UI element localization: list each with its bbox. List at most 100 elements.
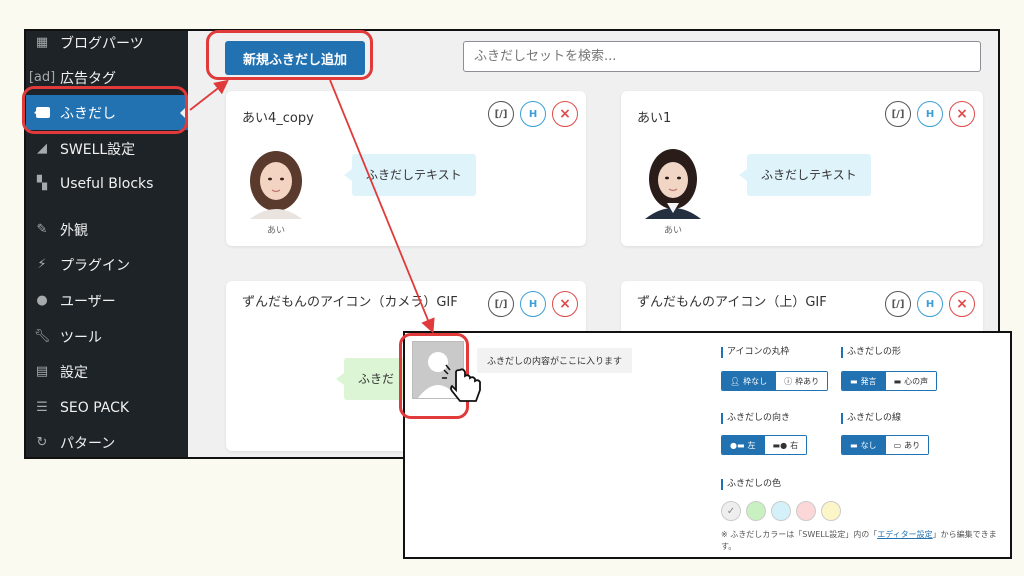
card-actions: [/] H × [488, 101, 578, 127]
card-title: ずんだもんのアイコン（カメラ）GIF [242, 295, 458, 310]
code-button[interactable]: [/] [488, 291, 514, 317]
delete-button[interactable]: × [949, 101, 975, 127]
card-actions: [/] H × [488, 291, 578, 317]
settings-icon: ▤ [35, 364, 49, 379]
card-actions: [/] H × [885, 291, 975, 317]
avatar [641, 147, 705, 219]
icon-frame-none-option[interactable]: 👤︎ 枠なし [722, 372, 777, 390]
direction-label: ふきだしの向き [721, 413, 790, 424]
border-label: ふきだしの線 [841, 413, 901, 424]
sidebar-item-label: ユーザー [60, 293, 116, 310]
grid-icon: ▦ [35, 35, 49, 50]
check-icon: ✓ [726, 505, 736, 517]
plugin-icon: ⚡ [37, 257, 47, 272]
direction-left-option[interactable]: ●▬ 左 [722, 436, 765, 454]
seo-icon: ☰ [36, 400, 48, 415]
icon-frame-with-option[interactable]: ⓘ 枠あり [776, 372, 828, 390]
card-title: あい1 [637, 111, 672, 126]
copy-button[interactable]: H [917, 101, 943, 127]
right-direction-icon: ▬● [772, 440, 788, 450]
sidebar-item-fukidashi[interactable]: ふきだし [26, 95, 188, 130]
sidebar-item-appearance[interactable]: ✎ 外観 [26, 212, 188, 247]
thought-icon: ▬ [893, 376, 902, 386]
avatar-placeholder[interactable] [412, 341, 464, 399]
card-title: ずんだもんのアイコン（上）GIF [637, 295, 827, 310]
color-label: ふきだしの色 [721, 479, 781, 490]
sidebar-item-plugins[interactable]: ⚡ プラグイン [26, 247, 188, 282]
border-none-option[interactable]: ▬ なし [842, 436, 886, 454]
new-fukidashi-button[interactable]: 新規ふきだし追加 [225, 41, 365, 75]
color-swatch-gray[interactable]: ✓ [721, 501, 741, 521]
shape-thought-option[interactable]: ▬ 心の声 [885, 372, 937, 390]
color-note: ※ ふきだしカラーは「SWELL設定」内の「エディター設定」から編集できます。 [721, 530, 997, 551]
color-swatches: ✓ [721, 501, 841, 521]
blocks-icon: ▚ [37, 176, 47, 191]
sidebar-item-label: SWELL設定 [60, 141, 136, 158]
avatar-name: あい [266, 226, 285, 236]
card-title: あい4_copy [242, 111, 314, 126]
sidebar-item-label: プラグイン [60, 257, 130, 274]
fukidashi-settings-panel: ふきだしの内容がここに入ります アイコンの丸枠 👤︎ 枠なし ⓘ 枠あり ふきだしの… [403, 331, 1012, 559]
sidebar-item-users[interactable]: ● ユーザー [26, 283, 188, 318]
sidebar-item-ad-tag[interactable]: [ad] 広告タグ [26, 60, 188, 95]
person-icon: 👤︎ [730, 376, 741, 386]
shape-label: ふきだしの形 [841, 347, 901, 358]
border-icon: ▭ [893, 440, 902, 450]
sidebar-item-blog-parts[interactable]: ▦ ブログパーツ [26, 31, 188, 60]
shape-toggle: ▬ 発言 ▬ 心の声 [841, 371, 938, 391]
wrench-icon: 🔧︎ [33, 329, 51, 344]
sidebar-item-settings[interactable]: ▤ 設定 [26, 354, 188, 389]
brush-icon: ✎ [36, 222, 48, 237]
copy-button[interactable]: H [520, 101, 546, 127]
sidebar-item-label: ツール [60, 329, 102, 346]
color-swatch-red[interactable] [796, 501, 816, 521]
swell-icon: ◢ [37, 141, 47, 156]
code-button[interactable]: [/] [885, 101, 911, 127]
fukidashi-card: あい4_copy [/] H × あい ふきだしテキスト [226, 91, 586, 246]
sidebar-item-label: ブログパーツ [60, 35, 144, 52]
icon-frame-toggle: 👤︎ 枠なし ⓘ 枠あり [721, 371, 829, 391]
copy-button[interactable]: H [520, 291, 546, 317]
sidebar-item-label: SEO PACK [60, 399, 130, 416]
sidebar-item-label: 設定 [60, 364, 88, 381]
icon-frame-label: アイコンの丸枠 [721, 347, 790, 358]
copy-button[interactable]: H [917, 291, 943, 317]
direction-right-option[interactable]: ▬● 右 [764, 436, 807, 454]
avatar-name: あい [663, 226, 682, 236]
search-input[interactable] [463, 41, 981, 72]
color-swatch-green[interactable] [746, 501, 766, 521]
sidebar-item-useful-blocks[interactable]: ▚ Useful Blocks [26, 166, 188, 201]
speech-bubble-icon [33, 104, 51, 122]
speech-bubble: ふきだしテキスト [344, 154, 476, 196]
delete-button[interactable]: × [949, 291, 975, 317]
sidebar-item-tools[interactable]: 🔧︎ ツール [26, 319, 188, 354]
color-swatch-blue[interactable] [771, 501, 791, 521]
code-button[interactable]: [/] [885, 291, 911, 317]
avatar [244, 147, 308, 219]
sidebar-item-label: 広告タグ [60, 70, 116, 87]
border-with-option[interactable]: ▭ あり [885, 436, 929, 454]
editor-settings-link[interactable]: エディター設定 [877, 530, 932, 539]
sidebar-item-swell-settings[interactable]: ◢ SWELL設定 [26, 131, 188, 166]
fukidashi-card: あい1 [/] H × あい ふきだしテキスト [621, 91, 983, 246]
delete-button[interactable]: × [552, 291, 578, 317]
sidebar-item-label: 外観 [60, 222, 88, 239]
color-swatch-yellow[interactable] [821, 501, 841, 521]
sidebar-item-label: Useful Blocks [60, 175, 154, 192]
sidebar-item-patterns[interactable]: ↻ パターン [26, 425, 188, 457]
speech-icon: ▬ [850, 376, 858, 386]
delete-button[interactable]: × [552, 101, 578, 127]
preview-bubble: ふきだしの内容がここに入ります [477, 348, 633, 373]
pattern-icon: ↻ [36, 435, 48, 450]
card-actions: [/] H × [885, 101, 975, 127]
shape-speech-option[interactable]: ▬ 発言 [842, 372, 886, 390]
direction-toggle: ●▬ 左 ▬● 右 [721, 435, 808, 455]
ad-icon: [ad] [28, 70, 56, 85]
admin-sidebar: ▦ ブログパーツ [ad] 広告タグ ふきだし ◢ SWELL設定 ▚ Usef… [26, 31, 188, 457]
code-button[interactable]: [/] [488, 101, 514, 127]
border-toggle: ▬ なし ▭ あり [841, 435, 930, 455]
sidebar-item-label: ふきだし [60, 105, 116, 122]
sidebar-item-seo-pack[interactable]: ☰ SEO PACK [26, 390, 188, 425]
circle-person-icon: ⓘ [784, 376, 793, 386]
user-icon: ● [36, 293, 48, 308]
